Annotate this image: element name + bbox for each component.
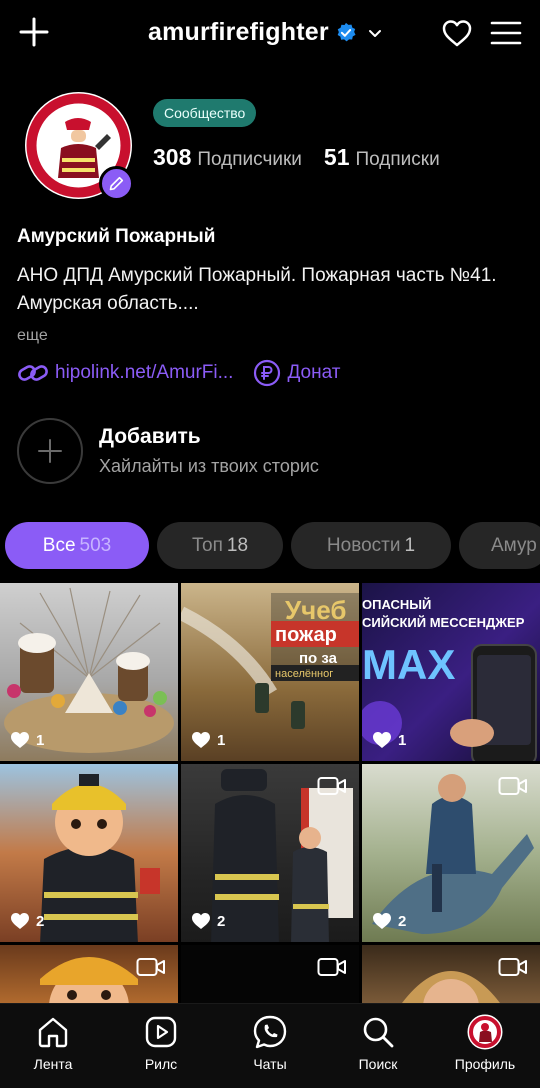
post-likes-count: 1: [36, 731, 45, 749]
tab-top[interactable]: Топ 18: [157, 522, 283, 569]
tab-amur[interactable]: Амур: [459, 522, 540, 569]
post-tile[interactable]: [181, 945, 359, 1003]
heart-icon: [11, 913, 29, 929]
post-likes-count: 1: [217, 731, 226, 749]
external-link-label: hipolink.net/AmurFi...: [55, 362, 234, 383]
post-likes-count: 2: [398, 912, 407, 930]
home-icon: [38, 1017, 68, 1048]
heart-icon: [11, 732, 29, 748]
post-overlay-text: населённог: [275, 668, 333, 680]
donate-label: Донат: [287, 362, 341, 383]
profile-links: hipolink.net/AmurFi... Донат: [17, 359, 340, 387]
followers-label[interactable]: Подписчики: [197, 149, 302, 171]
post-tile[interactable]: 1: [0, 583, 178, 761]
post-tile[interactable]: 2: [362, 764, 540, 942]
post-likes-count: 2: [217, 912, 226, 930]
post-tile[interactable]: ОПАСНЫЙ СИЙСКИЙ МЕССЕНДЖЕР MAX 1: [362, 583, 540, 761]
pencil-icon: [109, 176, 124, 191]
verified-badge-icon: [337, 22, 356, 41]
post-tile[interactable]: Учеб пожар по за населённог 1: [181, 583, 359, 761]
tab-news[interactable]: Новости 1: [291, 522, 451, 569]
post-tile[interactable]: [0, 945, 178, 1003]
post-likes: 2: [10, 912, 44, 930]
tab-count: 18: [226, 535, 249, 556]
tab-all[interactable]: Все 503: [5, 522, 149, 569]
post-overlay-text: Учеб: [285, 595, 346, 625]
post-overlay-text: пожар: [275, 624, 337, 646]
bottom-navigation: Лента Рилс Чаты Поиск Профиль: [0, 1003, 540, 1088]
nav-label: Поиск: [358, 1056, 398, 1072]
following-label[interactable]: Подписки: [356, 149, 440, 171]
nav-label: Рилс: [144, 1056, 178, 1072]
heart-icon: [192, 913, 210, 929]
content-tabs: Все 503 Топ 18 Новости 1 Амур: [5, 522, 540, 569]
heart-icon[interactable]: [441, 18, 473, 48]
heart-icon: [192, 732, 210, 748]
profile-stats: 308 Подписчики 51 Подписки: [153, 144, 440, 171]
plus-icon: [38, 439, 62, 463]
post-tile[interactable]: 2: [181, 764, 359, 942]
post-likes: 1: [10, 731, 44, 749]
play-icon: [145, 1016, 177, 1048]
post-tile[interactable]: 2: [0, 764, 178, 942]
post-likes: 1: [372, 731, 406, 749]
add-highlight-title[interactable]: Добавить: [99, 425, 201, 449]
link-icon: [18, 365, 48, 381]
nav-label: Чаты: [253, 1056, 287, 1072]
tab-label: Топ: [191, 535, 223, 556]
profile-name: Амурский Пожарный: [17, 226, 216, 247]
show-more-link[interactable]: еще: [17, 327, 48, 345]
account-switcher[interactable]: amurfirefighter: [148, 18, 383, 47]
video-icon: [498, 777, 527, 795]
post-tile[interactable]: [362, 945, 540, 1003]
post-likes: 2: [191, 912, 225, 930]
post-overlay-text: MAX: [362, 641, 455, 688]
video-icon: [498, 958, 527, 976]
plus-icon[interactable]: [18, 16, 50, 48]
nav-chats[interactable]: Чаты: [225, 1014, 315, 1072]
nav-reels[interactable]: Рилс: [116, 1014, 206, 1072]
video-icon: [317, 958, 346, 976]
menu-icon[interactable]: [490, 20, 522, 46]
nav-feed[interactable]: Лента: [8, 1014, 98, 1072]
tab-count: 503: [79, 535, 112, 556]
post-likes: 1: [191, 731, 225, 749]
post-likes: 2: [372, 912, 406, 930]
nav-label: Профиль: [454, 1056, 516, 1072]
top-bar: amurfirefighter: [0, 0, 540, 68]
username: amurfirefighter: [148, 18, 329, 46]
external-link[interactable]: hipolink.net/AmurFi...: [17, 360, 233, 386]
avatar: [467, 1014, 503, 1050]
post-overlay-text: СИЙСКИЙ МЕССЕНДЖЕР: [362, 615, 525, 630]
post-likes-count: 1: [398, 731, 407, 749]
post-likes-count: 2: [36, 912, 45, 930]
community-badge: Сообщество: [153, 99, 257, 127]
nav-profile[interactable]: Профиль: [440, 1014, 530, 1072]
profile-bio: АНО ДПД Амурский Пожарный. Пожарная част…: [17, 265, 497, 314]
chevron-down-icon: [368, 29, 381, 37]
add-highlight-button[interactable]: [17, 418, 83, 484]
nav-search[interactable]: Поиск: [333, 1014, 423, 1072]
heart-icon: [373, 732, 391, 748]
tab-label: Все: [42, 535, 76, 556]
tab-label: Амур: [491, 535, 537, 556]
edit-avatar-button[interactable]: [99, 166, 134, 201]
tab-count: 1: [404, 535, 416, 556]
video-icon: [317, 777, 346, 795]
add-highlight-subtitle: Хайлайты из твоих сторис: [99, 456, 319, 476]
following-count[interactable]: 51: [324, 144, 350, 171]
ruble-icon: [254, 359, 281, 387]
followers-count[interactable]: 308: [153, 144, 191, 171]
heart-icon: [373, 913, 391, 929]
nav-label: Лента: [33, 1056, 73, 1072]
video-icon: [136, 958, 165, 976]
post-overlay-text: по за: [299, 650, 338, 667]
search-icon: [363, 1017, 394, 1048]
chat-phone-icon: [253, 1015, 287, 1049]
tab-label: Новости: [326, 535, 401, 556]
donate-link[interactable]: Донат: [253, 359, 340, 387]
post-overlay-text: ОПАСНЫЙ: [362, 597, 431, 612]
